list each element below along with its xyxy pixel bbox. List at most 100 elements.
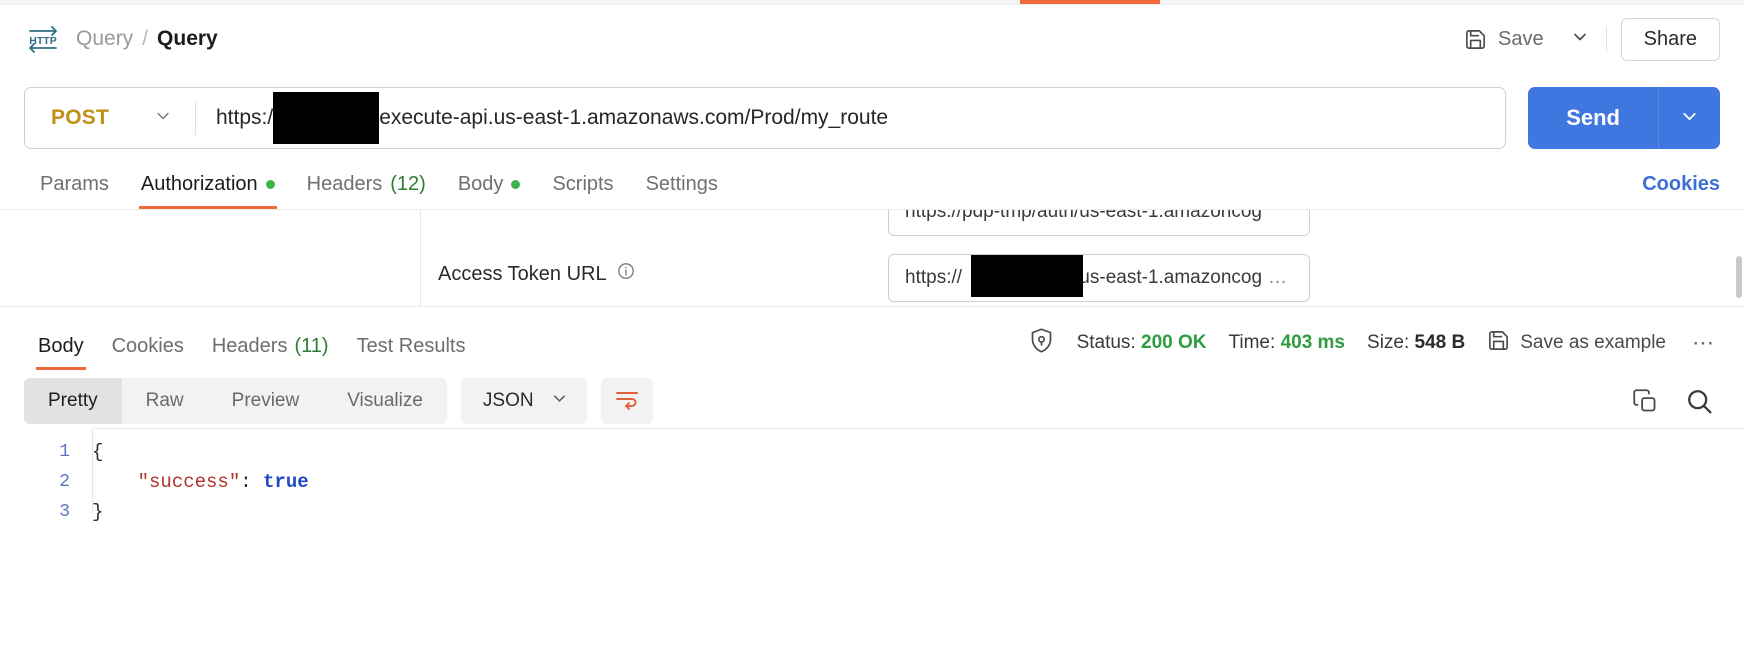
view-mode-segmented-control: Pretty Raw Preview Visualize <box>24 378 447 424</box>
view-mode-visualize[interactable]: Visualize <box>323 378 447 424</box>
json-punct: : <box>240 471 264 493</box>
request-tab-authorization-label: Authorization <box>140 173 258 195</box>
view-mode-raw[interactable]: Raw <box>122 378 208 424</box>
request-tab-headers-label: Headers <box>306 173 383 195</box>
chevron-down-icon <box>1679 106 1700 130</box>
status-badge: Status: 200 OK <box>1077 332 1207 354</box>
code-top-divider <box>92 428 1744 429</box>
auth-url-field-clipped[interactable]: https://pdp-tmp/auth/us-east-1.amazoncog <box>888 210 1310 236</box>
status-label: Status: <box>1076 332 1136 353</box>
svg-text:HTTP: HTTP <box>29 35 56 47</box>
response-format-label: JSON <box>482 390 534 411</box>
page-title: Query <box>157 27 218 50</box>
response-tab-test-results[interactable]: Test Results <box>343 335 480 370</box>
floppy-disk-icon <box>1464 28 1487 51</box>
info-icon[interactable] <box>617 262 635 286</box>
view-mode-preview[interactable]: Preview <box>208 378 324 424</box>
header-left-group: HTTP Query / Query <box>0 24 218 54</box>
response-tab-cookies-label: Cookies <box>111 335 184 357</box>
size-label: Size: <box>1367 332 1410 353</box>
request-tab-headers[interactable]: Headers (12) <box>291 173 442 209</box>
code-line-content[interactable]: "success": true <box>70 471 309 493</box>
url-input[interactable]: https:/ execute-api.us-east-1.amazonaws.c… <box>196 88 1505 148</box>
save-as-example-button[interactable]: Save as example <box>1487 329 1666 358</box>
response-tab-test-results-label: Test Results <box>356 335 466 357</box>
search-icon[interactable] <box>1685 387 1714 416</box>
view-mode-pretty[interactable]: Pretty <box>24 378 122 424</box>
word-wrap-button[interactable] <box>600 378 653 424</box>
auth-row-clipped: https://pdp-tmp/auth/us-east-1.amazoncog <box>888 210 1310 236</box>
chevron-down-icon <box>1570 27 1590 52</box>
save-button-label: Save <box>1498 27 1544 50</box>
request-tab-scripts[interactable]: Scripts <box>536 173 629 209</box>
request-tab-bar: Params Authorization Headers (12) Body S… <box>0 158 1744 210</box>
save-as-example-label: Save as example <box>1520 332 1666 353</box>
code-gutter-divider <box>92 430 93 514</box>
save-button[interactable]: Save <box>1452 21 1556 58</box>
request-tab-params-label: Params <box>40 173 109 195</box>
auth-panel-bottom-divider <box>0 306 1744 307</box>
response-body-toolbar: Pretty Raw Preview Visualize JSON <box>0 372 1744 430</box>
response-tab-headers[interactable]: Headers (11) <box>198 335 343 370</box>
share-button[interactable]: Share <box>1620 17 1720 61</box>
response-tab-body[interactable]: Body <box>24 335 98 370</box>
access-token-url-input[interactable]: https://.us-east-1.amazoncog… <box>888 254 1310 302</box>
send-button[interactable]: Send <box>1528 87 1658 149</box>
access-token-url-row: Access Token URL <box>438 262 635 286</box>
breadcrumb-separator: / <box>142 27 149 50</box>
save-options-button[interactable] <box>1556 17 1604 62</box>
copy-icon[interactable] <box>1632 388 1659 415</box>
response-tab-body-label: Body <box>38 335 84 357</box>
ellipsis-icon[interactable]: ⋯ <box>1688 330 1720 356</box>
request-tab-body[interactable]: Body <box>442 173 537 209</box>
token-url-prefix: https:// <box>905 267 963 288</box>
access-token-url-field-row: https://.us-east-1.amazoncog… <box>888 254 1310 302</box>
http-method-label: POST <box>51 106 109 129</box>
response-meta-group: Status: 200 OK Time: 403 ms Size: 548 B … <box>1028 327 1720 370</box>
response-body-viewer: 1 { 2 "success": true 3 } <box>0 428 1744 650</box>
line-number: 3 <box>59 502 70 522</box>
url-suffix: execute-api.us-east-1.amazonaws.com/Prod… <box>379 106 889 129</box>
request-tab-settings-label: Settings <box>645 173 718 195</box>
request-tab-body-label: Body <box>457 173 504 195</box>
response-tab-headers-count: (11) <box>294 335 329 357</box>
cookies-link[interactable]: Cookies <box>1642 173 1720 209</box>
http-icon: HTTP <box>26 24 60 54</box>
auth-column-divider <box>420 210 421 306</box>
response-tab-headers-label: Headers <box>211 335 288 357</box>
floppy-disk-icon <box>1487 329 1510 358</box>
auth-panel-scrollbar[interactable] <box>1736 256 1742 298</box>
time-badge: Time: 403 ms <box>1228 332 1345 354</box>
response-tab-cookies[interactable]: Cookies <box>98 335 198 370</box>
chevron-down-icon <box>550 389 569 414</box>
json-boolean-value: true <box>263 471 309 493</box>
word-wrap-icon <box>614 387 640 416</box>
request-header: HTTP Query / Query Save Share <box>0 5 1744 73</box>
request-tab-settings[interactable]: Settings <box>630 173 734 209</box>
request-tab-headers-count: (12) <box>390 173 426 195</box>
status-value: 200 OK <box>1141 332 1207 353</box>
breadcrumb: Query / Query <box>76 27 218 51</box>
send-button-group: Send <box>1528 87 1720 149</box>
line-number: 2 <box>59 472 70 492</box>
shield-lock-icon[interactable] <box>1028 327 1055 359</box>
response-format-select[interactable]: JSON <box>460 378 587 424</box>
header-divider <box>1605 26 1607 52</box>
code-line: 2 "success": true <box>0 467 1744 497</box>
url-prefix: https:/ <box>216 106 274 129</box>
url-bar: POST https:/ execute-api.us-east-1.amazon… <box>0 86 1744 150</box>
token-url-redaction-box <box>971 255 1083 297</box>
send-options-button[interactable] <box>1658 87 1720 149</box>
access-token-url-label: Access Token URL <box>438 262 635 286</box>
code-line-content[interactable]: } <box>70 501 103 523</box>
request-tab-authorization[interactable]: Authorization <box>125 173 291 209</box>
url-input-container: POST https:/ execute-api.us-east-1.amazon… <box>24 87 1507 149</box>
modified-dot-icon <box>265 180 275 189</box>
time-label: Time: <box>1228 332 1276 353</box>
code-line-content[interactable]: { <box>70 441 103 463</box>
http-method-select[interactable]: POST <box>25 88 195 148</box>
request-tab-scripts-label: Scripts <box>552 173 614 195</box>
request-tab-params[interactable]: Params <box>24 173 125 209</box>
authorization-panel: https://pdp-tmp/auth/us-east-1.amazoncog… <box>0 210 1744 318</box>
breadcrumb-parent[interactable]: Query <box>76 27 133 51</box>
